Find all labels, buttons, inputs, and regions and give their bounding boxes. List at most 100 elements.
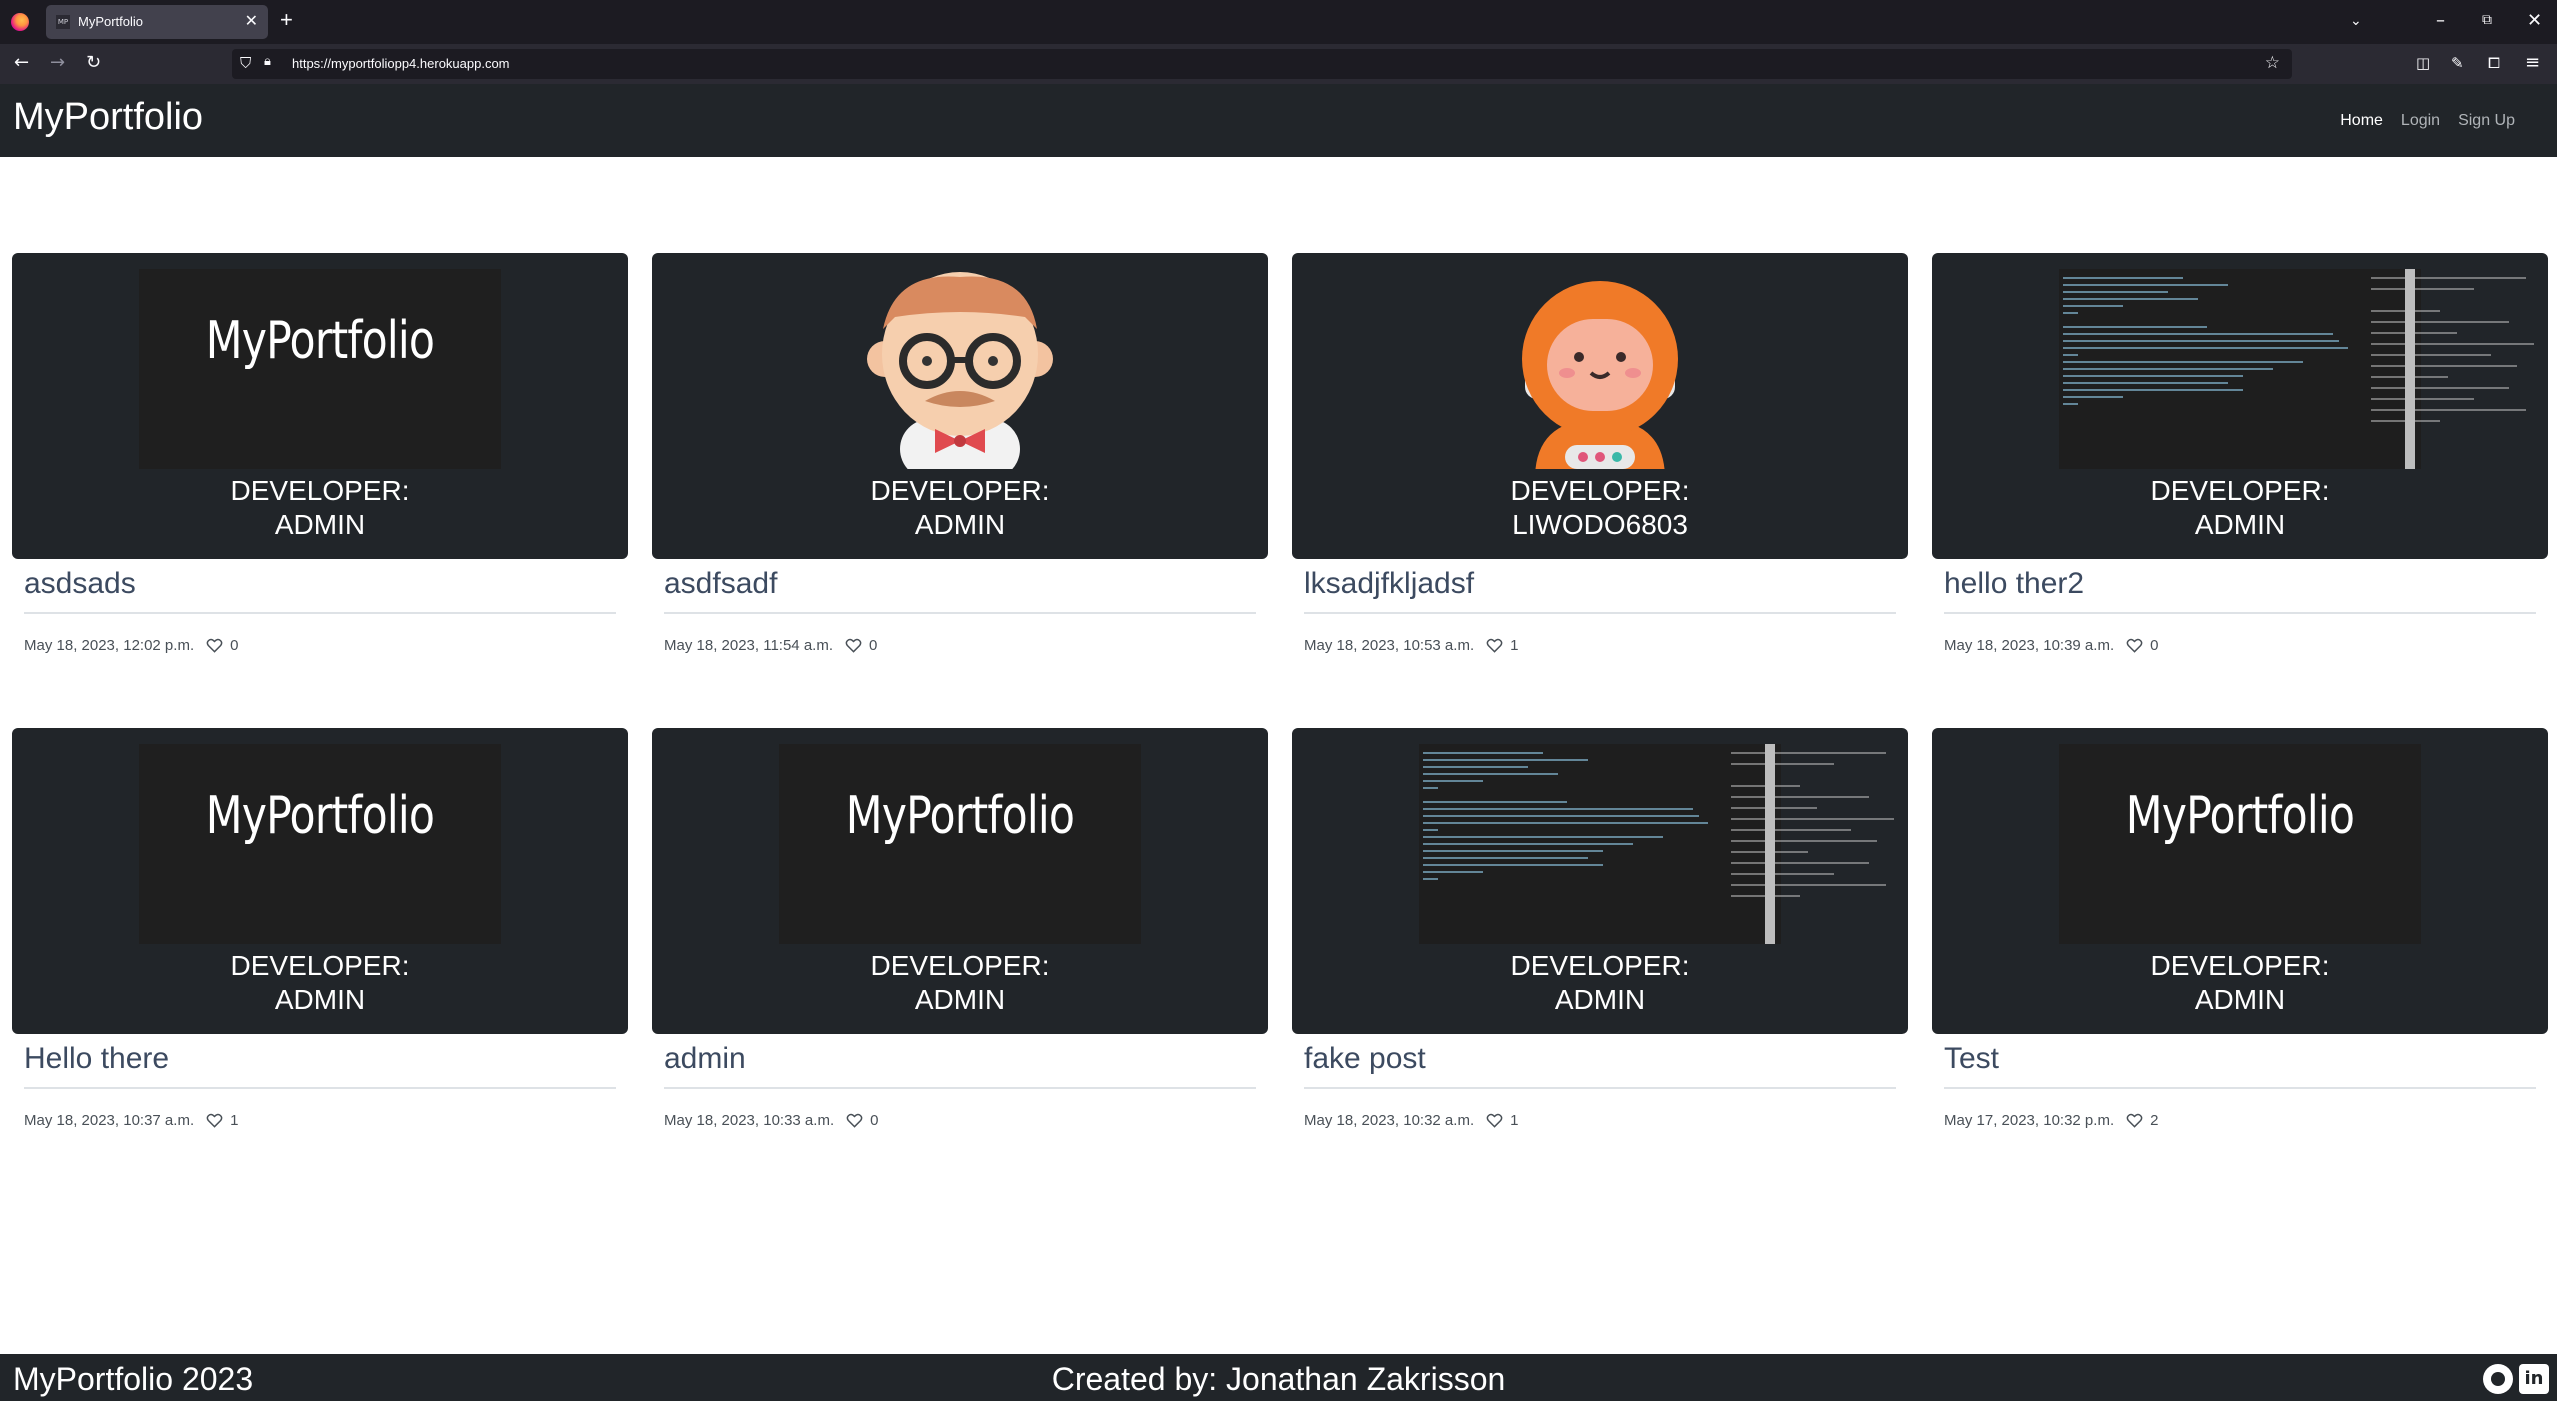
- post-date: May 18, 2023, 10:39 a.m.: [1944, 637, 2115, 654]
- tools-icon[interactable]: ✎: [2451, 54, 2464, 72]
- post-date: May 18, 2023, 11:54 a.m.: [664, 637, 833, 654]
- browser-toolbar: ← → ↻ ⛉ 🔒︎ https://myportfoliopp4.heroku…: [0, 44, 2557, 84]
- developer-label: DEVELOPER: ADMIN: [1932, 474, 2548, 542]
- post-card-image[interactable]: DEVELOPER: ADMIN: [652, 253, 1268, 559]
- divider: [1304, 1087, 1896, 1089]
- site-brand[interactable]: MyPortfolio: [13, 96, 203, 139]
- post-meta: May 18, 2023, 10:37 a.m. 1: [24, 1112, 238, 1129]
- heart-icon[interactable]: [846, 1113, 863, 1128]
- site-navbar: MyPortfolio Home Login Sign Up: [0, 84, 2557, 157]
- list-all-tabs-icon[interactable]: ⌄: [2350, 13, 2362, 29]
- nav-login-link[interactable]: Login: [2401, 112, 2440, 130]
- like-count: 0: [869, 637, 878, 654]
- heart-icon[interactable]: [2126, 638, 2143, 653]
- like-count: 2: [2150, 1112, 2159, 1129]
- logo-text: MyPortfolio: [205, 786, 435, 846]
- tab-title: MyPortfolio: [78, 14, 144, 29]
- bookmark-star-icon[interactable]: ☆: [2265, 53, 2280, 73]
- like-count: 1: [1510, 637, 1519, 654]
- post-date: May 18, 2023, 10:33 a.m.: [664, 1112, 835, 1129]
- divider: [664, 1087, 1256, 1089]
- developer-name: ADMIN: [274, 509, 366, 540]
- developer-heading: DEVELOPER:: [870, 475, 1050, 506]
- firefox-logo-icon[interactable]: [11, 13, 29, 31]
- extensions-icon[interactable]: ⧠: [2488, 54, 2500, 72]
- nav-home-link[interactable]: Home: [2340, 112, 2383, 130]
- minimize-icon[interactable]: –: [2436, 10, 2445, 31]
- post-meta: May 18, 2023, 12:02 p.m. 0: [24, 637, 238, 654]
- developer-heading: DEVELOPER:: [1510, 950, 1690, 981]
- developer-heading: DEVELOPER:: [2150, 475, 2330, 506]
- favicon-icon: MP: [56, 15, 70, 29]
- like-count: 0: [870, 1112, 879, 1129]
- post-meta: May 18, 2023, 10:39 a.m. 0: [1944, 637, 2158, 654]
- developer-name: ADMIN: [274, 984, 366, 1015]
- developer-name: ADMIN: [914, 984, 1006, 1015]
- developer-heading: DEVELOPER:: [870, 950, 1050, 981]
- heart-icon[interactable]: [845, 638, 862, 653]
- divider: [24, 1087, 616, 1089]
- tab-close-icon[interactable]: ✕: [245, 11, 258, 31]
- developer-label: DEVELOPER: LIWODO6803: [1292, 474, 1908, 542]
- developer-label: DEVELOPER: ADMIN: [1292, 949, 1908, 1017]
- back-icon[interactable]: ←: [14, 52, 29, 73]
- post-card-image[interactable]: DEVELOPER: ADMIN: [1932, 253, 2548, 559]
- post-title-link[interactable]: Hello there: [24, 1042, 169, 1076]
- nav-signup-link[interactable]: Sign Up: [2458, 112, 2515, 130]
- divider: [1304, 612, 1896, 614]
- like-count: 1: [230, 1112, 239, 1129]
- linkedin-icon[interactable]: in: [2519, 1364, 2549, 1394]
- post-title-link[interactable]: Test: [1944, 1042, 1999, 1076]
- portfolio-logo-image: MyPortfolio: [139, 269, 501, 469]
- heart-icon[interactable]: [206, 638, 223, 653]
- shield-icon[interactable]: ⛉: [240, 54, 251, 72]
- logo-text: MyPortfolio: [205, 311, 435, 371]
- pocket-icon[interactable]: ◫: [2416, 54, 2430, 72]
- divider: [1944, 612, 2536, 614]
- post-title-link[interactable]: asdfsadf: [664, 567, 777, 601]
- code-screenshot-image: [1419, 744, 1895, 944]
- developer-label: DEVELOPER: ADMIN: [12, 949, 628, 1017]
- post-title-link[interactable]: fake post: [1304, 1042, 1426, 1076]
- heart-icon[interactable]: [1486, 638, 1503, 653]
- post-card-image[interactable]: MyPortfolio DEVELOPER: ADMIN: [1932, 728, 2548, 1034]
- post-card-image[interactable]: DEVELOPER: LIWODO6803: [1292, 253, 1908, 559]
- footer-credit: Created by: Jonathan Zakrisson: [1051, 1361, 1506, 1397]
- forward-icon[interactable]: →: [50, 52, 65, 73]
- developer-heading: DEVELOPER:: [230, 950, 410, 981]
- post-title-link[interactable]: admin: [664, 1042, 746, 1076]
- footer-social: in: [2483, 1364, 2549, 1394]
- developer-name: ADMIN: [914, 509, 1006, 540]
- developer-heading: DEVELOPER:: [230, 475, 410, 506]
- logo-text: MyPortfolio: [2125, 786, 2355, 846]
- close-window-icon[interactable]: ✕: [2527, 10, 2542, 31]
- heart-icon[interactable]: [1486, 1113, 1503, 1128]
- lock-icon[interactable]: 🔒︎: [264, 54, 271, 69]
- url-bar[interactable]: ⛉ 🔒︎ https://myportfoliopp4.herokuapp.co…: [232, 49, 2292, 79]
- restore-icon[interactable]: ⧉: [2482, 12, 2492, 28]
- new-tab-icon[interactable]: +: [280, 8, 293, 32]
- avatar-glasses-image: [867, 272, 1053, 469]
- nav-links: Home Login Sign Up: [2340, 112, 2515, 130]
- browser-tab[interactable]: MP MyPortfolio ✕: [46, 5, 268, 39]
- code-screenshot-image: [2059, 269, 2535, 469]
- url-text[interactable]: https://myportfoliopp4.herokuapp.com: [292, 56, 510, 71]
- heart-icon[interactable]: [206, 1113, 223, 1128]
- post-card-image[interactable]: DEVELOPER: ADMIN: [1292, 728, 1908, 1034]
- post-title-link[interactable]: hello ther2: [1944, 567, 2084, 601]
- post-card-image[interactable]: MyPortfolio DEVELOPER: ADMIN: [12, 253, 628, 559]
- developer-name: ADMIN: [2194, 509, 2286, 540]
- reload-icon[interactable]: ↻: [86, 52, 101, 73]
- menu-icon[interactable]: ≡: [2525, 52, 2540, 73]
- logo-text: MyPortfolio: [845, 786, 1075, 846]
- like-count: 1: [1510, 1112, 1519, 1129]
- heart-icon[interactable]: [2126, 1113, 2143, 1128]
- post-date: May 17, 2023, 10:32 p.m.: [1944, 1112, 2115, 1129]
- post-card-image[interactable]: MyPortfolio DEVELOPER: ADMIN: [652, 728, 1268, 1034]
- github-icon[interactable]: [2483, 1364, 2513, 1394]
- post-card-image[interactable]: MyPortfolio DEVELOPER: ADMIN: [12, 728, 628, 1034]
- post-title-link[interactable]: lksadjfkljadsf: [1304, 567, 1474, 601]
- divider: [1944, 1087, 2536, 1089]
- post-title-link[interactable]: asdsads: [24, 567, 136, 601]
- developer-name: ADMIN: [2194, 984, 2286, 1015]
